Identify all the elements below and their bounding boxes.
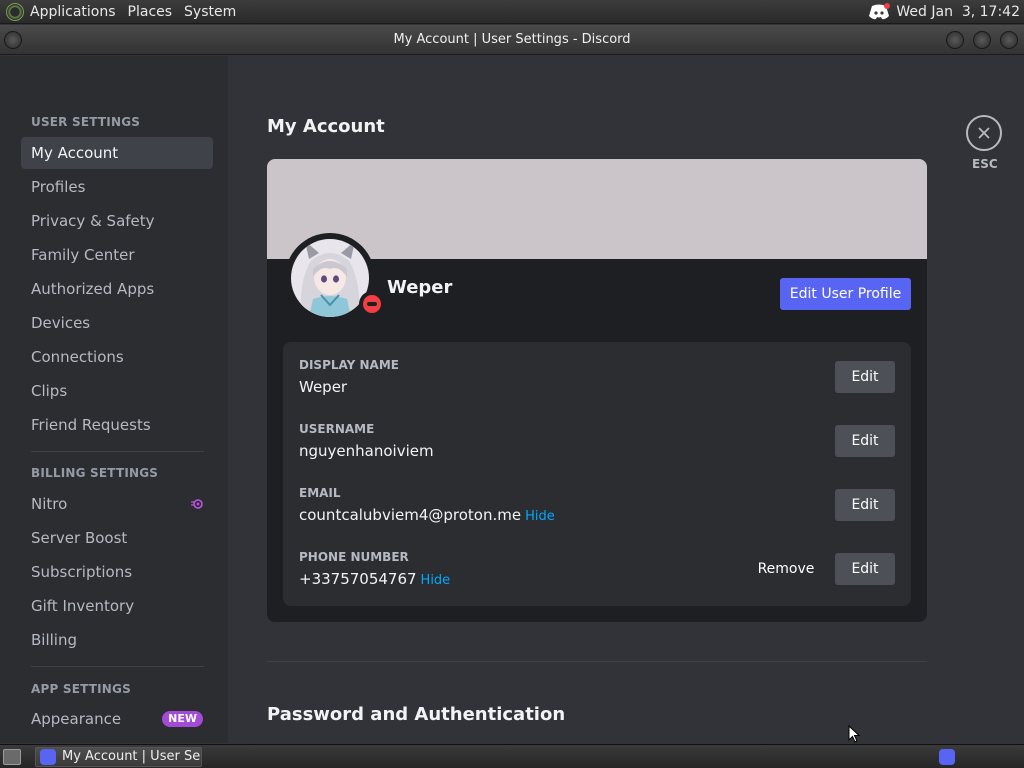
field-label: DISPLAY NAME xyxy=(299,358,399,372)
new-badge: NEW xyxy=(162,711,203,727)
clock[interactable]: Wed Jan 3, 17:42 xyxy=(896,4,1020,20)
hide-email-link[interactable]: Hide xyxy=(525,509,555,524)
mouse-cursor-icon xyxy=(848,724,861,747)
hide-phone-link[interactable]: Hide xyxy=(421,573,451,588)
sidebar-item-subscriptions[interactable]: Subscriptions xyxy=(21,556,213,588)
panel-tray: Wed Jan 3, 17:42 xyxy=(868,2,1024,21)
edit-username-button[interactable]: Edit xyxy=(835,425,895,457)
sidebar-divider xyxy=(31,451,204,452)
discord-tray-icon[interactable] xyxy=(868,2,891,21)
window-title: My Account | User Settings - Discord xyxy=(393,32,631,47)
app-settings-header: APP SETTINGS xyxy=(31,682,131,696)
sidebar-item-profiles[interactable]: Profiles xyxy=(21,171,213,203)
sidebar-item-privacy-safety[interactable]: Privacy & Safety xyxy=(21,205,213,237)
section-divider xyxy=(267,661,927,662)
field-value-row: +33757054767 Hide xyxy=(299,570,450,588)
window-menu-icon[interactable] xyxy=(4,31,22,49)
profile-banner xyxy=(267,159,927,259)
minimize-icon[interactable] xyxy=(946,31,964,49)
window-titlebar[interactable]: My Account | User Settings - Discord xyxy=(0,25,1024,55)
sidebar-item-billing[interactable]: Billing xyxy=(21,624,213,656)
email-value: countcalubviem4@proton.me xyxy=(299,506,522,524)
remove-phone-button[interactable]: Remove xyxy=(751,553,821,585)
field-value: Weper xyxy=(299,378,348,396)
menu-system[interactable]: System xyxy=(178,0,242,24)
account-fields: DISPLAY NAME Weper Edit USERNAME nguyenh… xyxy=(283,342,911,606)
edit-email-button[interactable]: Edit xyxy=(835,489,895,521)
edit-phone-button[interactable]: Edit xyxy=(835,553,895,585)
avatar[interactable] xyxy=(285,233,385,323)
settings-content: My Account Weper Edit User Profile DISPL… xyxy=(228,56,1024,743)
password-section-title: Password and Authentication xyxy=(267,704,566,725)
top-panel: Applications Places System Wed Jan 3, 17… xyxy=(0,0,1024,24)
billing-settings-header: BILLING SETTINGS xyxy=(31,466,159,480)
field-value: nguyenhanoiviem xyxy=(299,442,434,460)
nitro-icon xyxy=(191,499,203,509)
sidebar-item-server-boost[interactable]: Server Boost xyxy=(21,522,213,554)
avatar-image xyxy=(291,239,369,317)
close-window-icon[interactable] xyxy=(1000,31,1018,49)
username-field: USERNAME nguyenhanoiviem xyxy=(299,422,434,460)
sidebar-item-authorized-apps[interactable]: Authorized Apps xyxy=(21,273,213,305)
sidebar-item-connections[interactable]: Connections xyxy=(21,341,213,373)
esc-label: ESC xyxy=(972,157,998,171)
profile-card: Weper Edit User Profile DISPLAY NAME Wep… xyxy=(267,159,927,622)
show-desktop-icon[interactable] xyxy=(3,749,21,765)
phone-value: +33757054767 xyxy=(299,570,417,588)
phone-field: PHONE NUMBER +33757054767 Hide xyxy=(299,550,450,588)
discord-tray-app-icon[interactable] xyxy=(939,749,955,765)
field-label: USERNAME xyxy=(299,422,375,436)
menu-applications[interactable]: Applications xyxy=(24,0,122,24)
sidebar-item-nitro[interactable]: Nitro xyxy=(21,488,213,520)
field-label: EMAIL xyxy=(299,486,341,500)
settings-sidebar: USER SETTINGS My Account Profiles Privac… xyxy=(0,56,228,743)
display-name-field: DISPLAY NAME Weper xyxy=(299,358,399,396)
panel-menus: Applications Places System xyxy=(0,0,248,24)
sidebar-item-devices[interactable]: Devices xyxy=(21,307,213,339)
sidebar-item-my-account[interactable]: My Account xyxy=(21,137,213,169)
close-settings-button[interactable] xyxy=(966,115,1002,151)
sidebar-item-clips[interactable]: Clips xyxy=(21,375,213,407)
sidebar-item-label: Nitro xyxy=(31,495,68,513)
sidebar-item-friend-requests[interactable]: Friend Requests xyxy=(21,409,213,441)
profile-name: Weper xyxy=(387,277,453,298)
discord-icon xyxy=(40,749,56,765)
dnd-status-icon xyxy=(359,291,385,317)
field-value-row: countcalubviem4@proton.me Hide xyxy=(299,506,555,524)
field-label: PHONE NUMBER xyxy=(299,550,409,564)
page-title: My Account xyxy=(267,116,385,137)
sidebar-item-gift-inventory[interactable]: Gift Inventory xyxy=(21,590,213,622)
taskbar: My Account | User Se... xyxy=(0,724,1024,768)
edit-user-profile-button[interactable]: Edit User Profile xyxy=(780,278,911,310)
menu-places[interactable]: Places xyxy=(122,0,179,24)
user-settings-header: USER SETTINGS xyxy=(31,115,141,129)
close-icon xyxy=(978,127,990,139)
taskbar-window-label: My Account | User Se... xyxy=(62,749,202,764)
email-field: EMAIL countcalubviem4@proton.me Hide xyxy=(299,486,555,524)
edit-display-name-button[interactable]: Edit xyxy=(835,361,895,393)
sidebar-item-label: Appearance xyxy=(31,710,122,728)
sidebar-item-appearance[interactable]: Appearance NEW xyxy=(21,703,213,735)
applications-logo-icon[interactable] xyxy=(6,2,24,21)
sidebar-divider xyxy=(31,666,204,667)
maximize-icon[interactable] xyxy=(973,31,991,49)
taskbar-window-button[interactable]: My Account | User Se... xyxy=(35,747,202,767)
sidebar-item-family-center[interactable]: Family Center xyxy=(21,239,213,271)
